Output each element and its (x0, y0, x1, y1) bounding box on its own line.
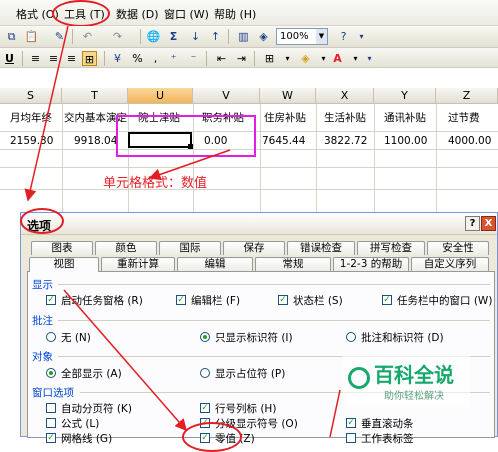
annotation-arrows (24, 25, 341, 437)
tab-view[interactable]: 视图 (29, 257, 99, 272)
